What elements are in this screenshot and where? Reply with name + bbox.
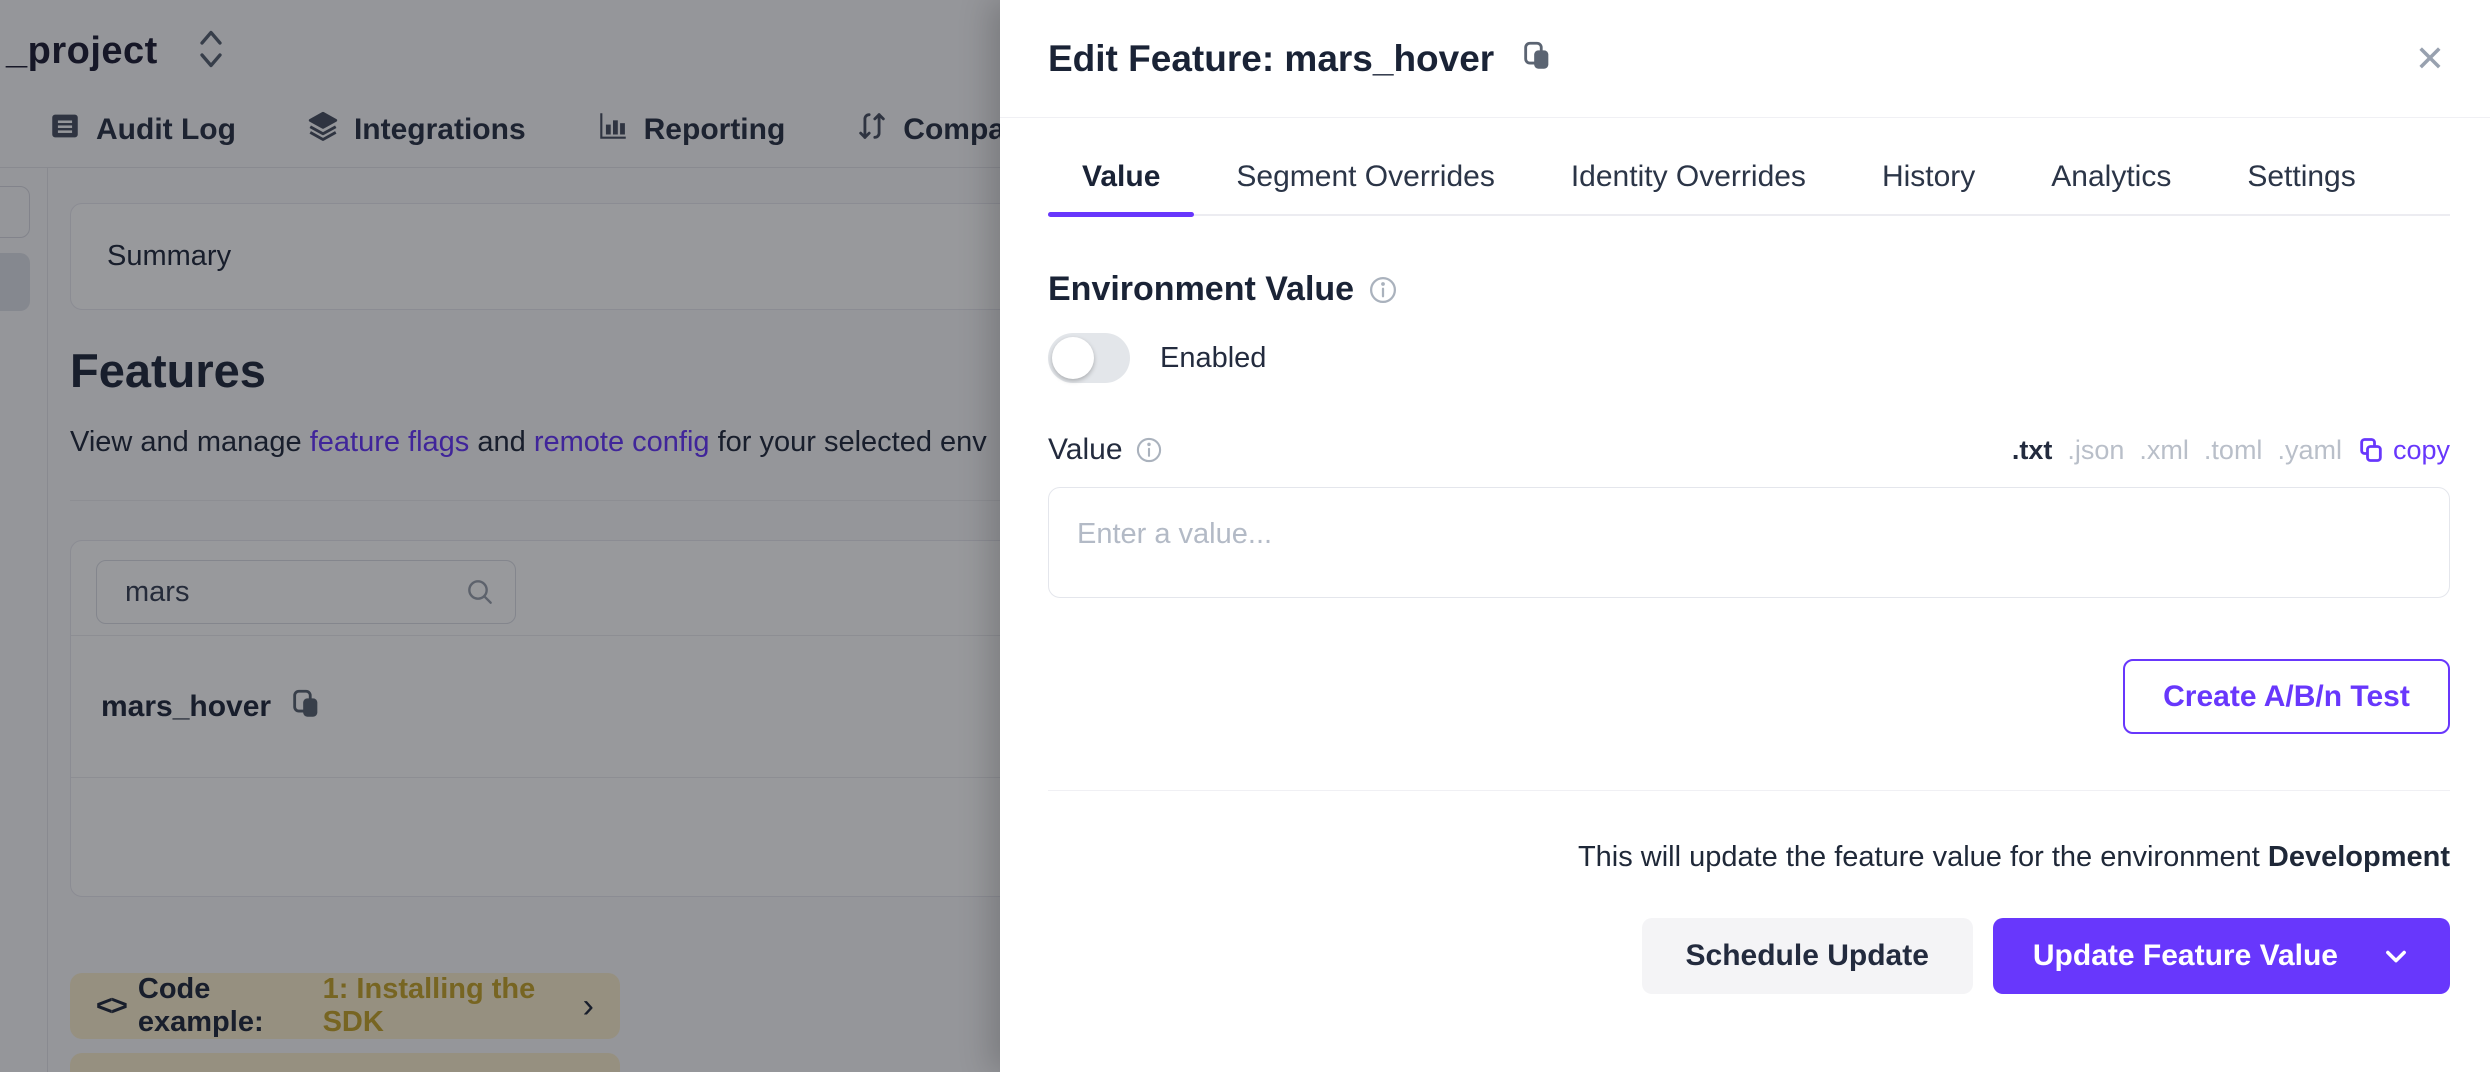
format-toml[interactable]: .toml: [2204, 435, 2263, 466]
format-xml[interactable]: .xml: [2139, 435, 2189, 466]
enabled-toggle[interactable]: [1048, 333, 1130, 383]
tab-identity-overrides[interactable]: Identity Overrides: [1537, 160, 1840, 214]
schedule-update-button[interactable]: Schedule Update: [1642, 918, 1973, 994]
value-input[interactable]: [1048, 487, 2450, 598]
drawer-title: Edit Feature: mars_hover: [1048, 38, 1494, 80]
format-txt[interactable]: .txt: [2012, 435, 2053, 466]
app-root: _project Audit Log: [0, 0, 2490, 1072]
value-row: Value .txt .json .xml .toml .yaml: [1048, 433, 2450, 467]
tab-segment-overrides[interactable]: Segment Overrides: [1202, 160, 1528, 214]
footer-divider: [1048, 790, 2450, 791]
chevron-down-icon: [2382, 942, 2410, 970]
environment-value-heading: Environment Value: [1048, 270, 1354, 309]
update-button-label: Update Feature Value: [2033, 939, 2338, 973]
environment-name: Development: [2268, 841, 2450, 873]
drawer-tabs: Value Segment Overrides Identity Overrid…: [1048, 160, 2450, 216]
close-icon[interactable]: ✕: [2415, 41, 2445, 77]
enabled-toggle-row: Enabled: [1048, 333, 2450, 383]
value-label: Value: [1048, 433, 1123, 467]
copy-icon: [2357, 436, 2385, 464]
edit-feature-drawer: Edit Feature: mars_hover ✕ Value Segment…: [1000, 0, 2490, 1072]
tab-settings[interactable]: Settings: [2213, 160, 2389, 214]
format-json[interactable]: .json: [2067, 435, 2124, 466]
footer-note: This will update the feature value for t…: [1048, 841, 2450, 874]
update-feature-value-button[interactable]: Update Feature Value: [1993, 918, 2450, 994]
value-input-wrap: [1048, 487, 2450, 603]
tab-value[interactable]: Value: [1048, 160, 1194, 214]
environment-value-section: Environment Value: [1048, 270, 2450, 309]
value-label-wrap: Value: [1048, 433, 1163, 467]
tab-history[interactable]: History: [1848, 160, 2009, 214]
copy-icon[interactable]: [1520, 39, 1554, 78]
format-yaml[interactable]: .yaml: [2277, 435, 2342, 466]
tab-analytics[interactable]: Analytics: [2017, 160, 2205, 214]
copy-label: copy: [2393, 435, 2450, 466]
drawer-body: Value Segment Overrides Identity Overrid…: [1000, 160, 2490, 994]
toggle-knob: [1052, 337, 1094, 379]
info-icon: [1368, 275, 1398, 305]
footer-buttons: Schedule Update Update Feature Value: [1048, 918, 2450, 994]
info-icon: [1135, 436, 1163, 464]
format-selector: .txt .json .xml .toml .yaml copy: [2012, 435, 2450, 466]
drawer-header: Edit Feature: mars_hover ✕: [1000, 0, 2490, 118]
footer-note-text: This will update the feature value for t…: [1578, 841, 2268, 873]
ab-test-row: Create A/B/n Test: [1048, 659, 2450, 734]
copy-value-button[interactable]: copy: [2357, 435, 2450, 466]
enabled-toggle-label: Enabled: [1160, 342, 1266, 375]
create-ab-test-button[interactable]: Create A/B/n Test: [2123, 659, 2450, 734]
